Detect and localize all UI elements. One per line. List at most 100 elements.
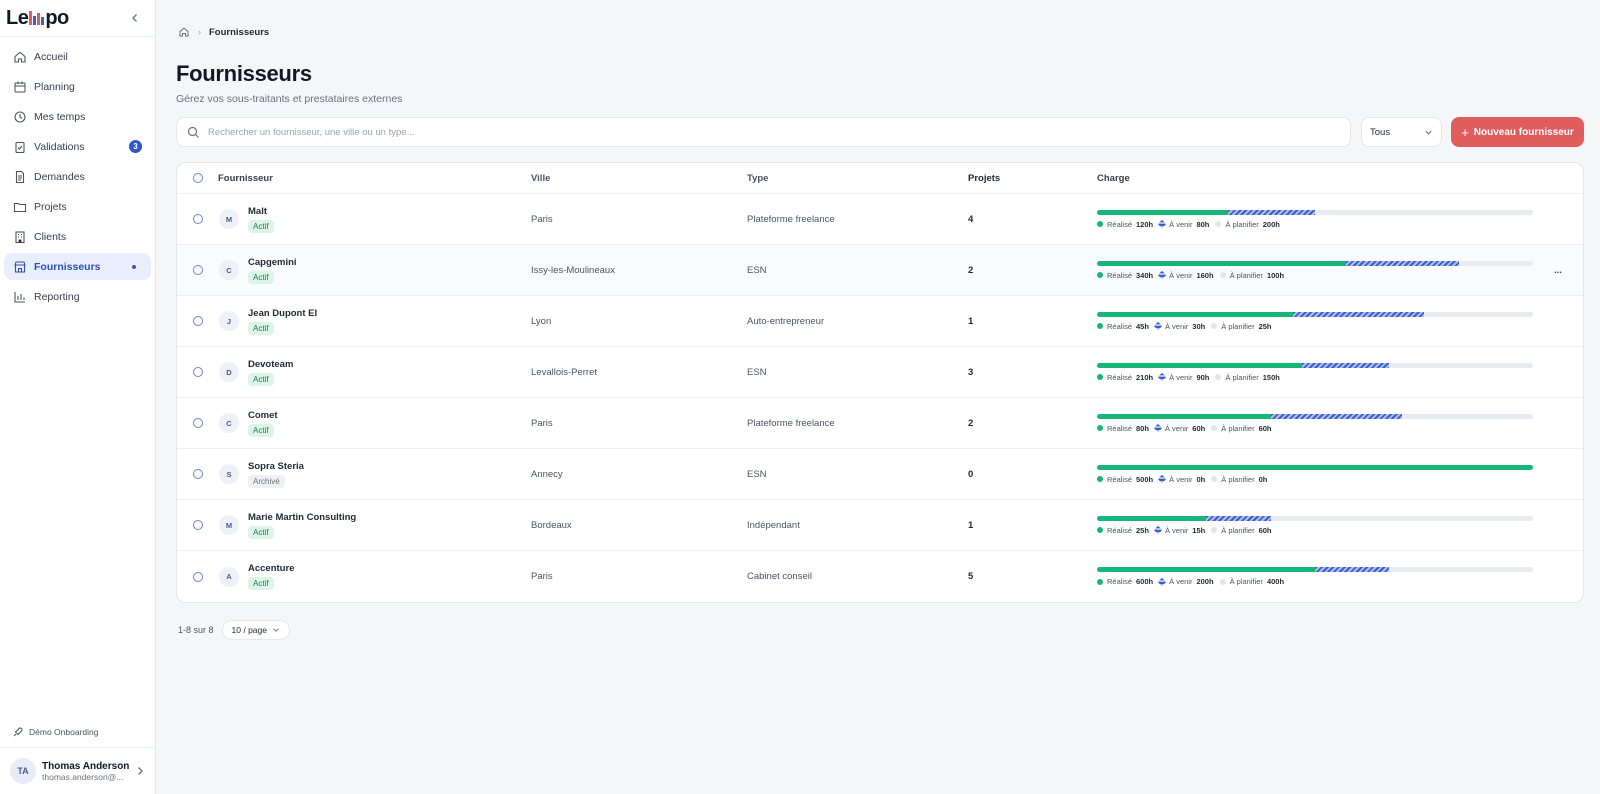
- sidebar: Le po Accueil Planning Mes temps Validat…: [0, 0, 156, 794]
- supplier-type: ESN: [747, 366, 767, 378]
- home-icon[interactable]: [178, 26, 190, 38]
- row-select-checkbox[interactable]: [192, 316, 203, 326]
- row-select-checkbox[interactable]: [192, 469, 203, 479]
- sidebar-item-validations[interactable]: Validations 3: [4, 133, 151, 160]
- supplier-name[interactable]: Capgemini: [248, 257, 297, 268]
- upcoming-value: 60h: [1192, 423, 1206, 433]
- select-all-checkbox[interactable]: [192, 173, 203, 183]
- supplier-name[interactable]: Marie Martin Consulting: [248, 512, 356, 523]
- row-select-checkbox[interactable]: [192, 214, 203, 224]
- charge-upcoming-segment: [1301, 362, 1390, 368]
- logo[interactable]: Le po: [6, 7, 69, 30]
- column-projects[interactable]: Projets: [968, 173, 1097, 184]
- charge-upcoming-segment: [1315, 567, 1390, 572]
- supplier-name[interactable]: Accenture: [248, 563, 294, 574]
- todo-value: 400h: [1266, 577, 1285, 586]
- charge-done-segment: [1097, 464, 1533, 470]
- sidebar-item-reporting[interactable]: Reporting: [4, 283, 151, 310]
- folder-icon: [13, 200, 27, 214]
- done-value: 600h: [1136, 577, 1154, 586]
- supplier-city: Levallois-Perret: [531, 366, 597, 378]
- todo-value: 60h: [1258, 423, 1272, 433]
- status-badge: Actif: [248, 577, 274, 590]
- sidebar-item-accueil[interactable]: Accueil: [4, 43, 151, 70]
- calendar-icon: [13, 80, 27, 94]
- status-badge: Actif: [248, 372, 274, 386]
- sidebar-nav: Accueil Planning Mes temps Validations 3 …: [0, 37, 155, 319]
- charge-legend: Réalisé 80h À venir 60h À planifier 60h: [1097, 424, 1533, 433]
- todo-value: 150h: [1262, 372, 1280, 382]
- todo-legend-dot: [1211, 476, 1218, 482]
- new-supplier-button[interactable]: + Nouveau fournisseur: [1451, 117, 1584, 147]
- row-select-checkbox[interactable]: [192, 571, 203, 582]
- todo-value: 60h: [1258, 525, 1272, 535]
- charge-done-segment: [1097, 209, 1228, 215]
- row-select-checkbox[interactable]: [192, 418, 203, 428]
- table-row[interactable]: J Jean Dupont EI Actif Lyon Auto-entrepr…: [177, 296, 1583, 347]
- todo-legend-dot: [1211, 323, 1218, 329]
- table-row[interactable]: S Sopra Steria Archivé Annecy ESN 0 Réal…: [177, 449, 1583, 500]
- upcoming-value: 0h: [1196, 474, 1206, 484]
- charge-cell: Réalisé 25h À venir 15h À planifier 60h: [1097, 515, 1533, 535]
- todo-label: À planifier: [1221, 474, 1255, 484]
- row-actions-menu-icon[interactable]: ...: [1554, 265, 1562, 276]
- table-row[interactable]: A Accenture Actif Paris Cabinet conseil …: [177, 551, 1583, 602]
- supplier-city: Paris: [531, 571, 553, 582]
- done-label: Réalisé: [1107, 270, 1133, 280]
- search-input[interactable]: [208, 126, 1340, 138]
- supplier-city: Paris: [531, 213, 553, 225]
- supplier-city: Bordeaux: [531, 519, 572, 531]
- todo-value: 200h: [1262, 219, 1280, 229]
- sidebar-item-mes-temps[interactable]: Mes temps: [4, 103, 151, 130]
- sidebar-item-demandes[interactable]: Demandes: [4, 163, 151, 190]
- charge-cell: Réalisé 500h À venir 0h À planifier 0h: [1097, 464, 1533, 484]
- sidebar-item-fournisseurs[interactable]: Fournisseurs: [4, 253, 151, 280]
- clipboard-check-icon: [13, 140, 27, 154]
- charge-done-segment: [1097, 311, 1294, 317]
- column-supplier[interactable]: Fournisseur: [218, 173, 531, 184]
- table-body: M Malt Actif Paris Plateforme freelance …: [177, 194, 1583, 602]
- charge-cell: Réalisé 80h À venir 60h À planifier 60h: [1097, 413, 1533, 433]
- table-row[interactable]: D Devoteam Actif Levallois-Perret ESN 3 …: [177, 347, 1583, 398]
- plus-icon: +: [1461, 124, 1469, 140]
- page-size-select[interactable]: 10 / page: [221, 620, 290, 640]
- status-filter-select[interactable]: Tous: [1361, 117, 1442, 147]
- supplier-city: Issy-les-Moulineaux: [531, 264, 615, 276]
- table-row[interactable]: C Comet Actif Paris Plateforme freelance…: [177, 398, 1583, 449]
- table-row[interactable]: M Marie Martin Consulting Actif Bordeaux…: [177, 500, 1583, 551]
- sidebar-item-planning[interactable]: Planning: [4, 73, 151, 100]
- supplier-name[interactable]: Sopra Steria: [248, 461, 304, 472]
- supplier-name[interactable]: Devoteam: [248, 359, 293, 370]
- logo-bar: [37, 13, 41, 25]
- column-charge[interactable]: Charge: [1097, 173, 1533, 184]
- column-type[interactable]: Type: [747, 173, 968, 184]
- suppliers-table: Fournisseur Ville Type Projets Charge M …: [176, 162, 1584, 603]
- charge-cell: Réalisé 210h À venir 90h À planifier 150h: [1097, 362, 1533, 382]
- supplier-city: Lyon: [531, 315, 552, 327]
- supplier-name[interactable]: Jean Dupont EI: [248, 308, 317, 319]
- collapse-sidebar-button[interactable]: [127, 10, 143, 26]
- charge-upcoming-segment: [1345, 260, 1459, 266]
- table-row[interactable]: M Malt Actif Paris Plateforme freelance …: [177, 194, 1583, 245]
- logo-bars: [29, 11, 45, 25]
- row-select-checkbox[interactable]: [192, 367, 203, 377]
- supplier-name[interactable]: Malt: [248, 206, 274, 217]
- supplier-avatar: M: [219, 209, 239, 229]
- demo-onboarding-link[interactable]: Démo Onboarding: [12, 726, 98, 738]
- breadcrumb: › Fournisseurs: [176, 0, 1584, 64]
- upcoming-value: 200h: [1196, 577, 1214, 586]
- home-icon: [13, 50, 27, 64]
- upcoming-value: 30h: [1192, 321, 1206, 331]
- supplier-name[interactable]: Comet: [248, 410, 278, 421]
- charge-legend: Réalisé 210h À venir 90h À planifier 150h: [1097, 373, 1533, 382]
- upcoming-label: À venir: [1169, 372, 1193, 382]
- todo-label: À planifier: [1221, 423, 1255, 433]
- sidebar-item-clients[interactable]: Clients: [4, 223, 151, 250]
- pagination: 1-8 sur 8 10 / page: [176, 620, 1584, 640]
- column-city[interactable]: Ville: [531, 173, 747, 184]
- row-select-checkbox[interactable]: [192, 265, 203, 275]
- row-select-checkbox[interactable]: [192, 520, 203, 530]
- user-profile[interactable]: TA Thomas Anderson thomas.anderson@...: [0, 747, 155, 794]
- sidebar-item-projets[interactable]: Projets: [4, 193, 151, 220]
- table-row[interactable]: C Capgemini Actif Issy-les-Moulineaux ES…: [177, 245, 1583, 296]
